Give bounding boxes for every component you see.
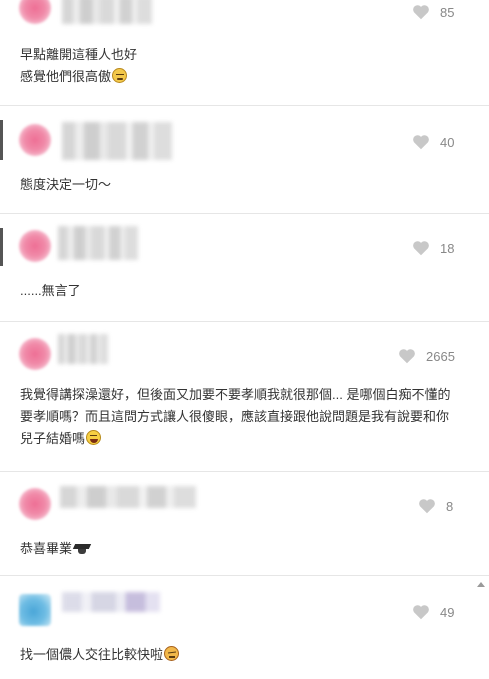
heart-icon: [413, 605, 429, 620]
like-button[interactable]: 18: [412, 240, 462, 256]
comment-text: 態度決定一切～: [20, 177, 112, 192]
like-button[interactable]: 2665: [398, 348, 455, 364]
username-blurred[interactable]: [62, 122, 172, 160]
username-blurred[interactable]: [60, 486, 196, 508]
like-count: 85: [440, 4, 455, 20]
comment-item: 49 找一個儂人交往比較快啦: [0, 576, 489, 679]
username-blurred[interactable]: [62, 592, 160, 612]
sweat-emoji: [112, 68, 128, 83]
like-button[interactable]: 8: [418, 498, 468, 514]
heart-icon: [413, 135, 429, 150]
heart-icon: [399, 349, 415, 364]
scroll-indicator: [0, 120, 3, 160]
avatar[interactable]: [19, 594, 51, 626]
scroll-indicator: [0, 228, 3, 266]
like-button[interactable]: 49: [412, 604, 462, 620]
comment-text: 我覺得講探澡還好，但後面又加要不要孝順我就很那個... 是哪個白痴不懂的 要孝順…: [20, 384, 470, 450]
comment-body: 恭喜畢業: [20, 541, 73, 556]
avatar[interactable]: [19, 230, 51, 262]
heart-icon: [413, 5, 429, 20]
heart-icon: [419, 499, 435, 514]
like-count: 18: [440, 240, 455, 256]
avatar[interactable]: [19, 338, 51, 370]
comment-body: 我覺得講探澡還好，但後面又加要不要孝順我就很那個... 是哪個白痴不懂的 要孝順…: [20, 387, 451, 446]
like-button[interactable]: 40: [412, 134, 462, 150]
like-count: 49: [440, 604, 455, 620]
comment-body: 找一個儂人交往比較快啦: [20, 647, 164, 662]
avatar[interactable]: [19, 124, 51, 156]
username-blurred[interactable]: [62, 0, 152, 24]
username-blurred[interactable]: [58, 226, 138, 260]
avatar[interactable]: [19, 488, 51, 520]
laugh-emoji: [86, 430, 102, 445]
comment-text: 早點離開這種人也好 感覺他們很高傲: [20, 44, 137, 88]
comment-item: 8 恭喜畢業: [0, 472, 489, 576]
username-blurred[interactable]: [58, 334, 108, 364]
like-count: 8: [446, 498, 454, 514]
scroll-up-arrow-icon[interactable]: [477, 582, 485, 587]
like-count: 40: [440, 134, 455, 150]
comment-item: 40 態度決定一切～: [0, 106, 489, 214]
comment-item: 2665 我覺得講探澡還好，但後面又加要不要孝順我就很那個... 是哪個白痴不懂…: [0, 322, 489, 472]
angry-emoji: [164, 646, 180, 661]
like-count: 2665: [426, 348, 455, 364]
comment-text: 恭喜畢業: [20, 538, 90, 560]
like-button[interactable]: 85: [412, 4, 462, 20]
graduation-cap-emoji: [74, 544, 90, 554]
comment-text: 找一個儂人交往比較快啦: [20, 644, 180, 666]
comment-text: ......無言了: [20, 283, 81, 298]
heart-icon: [413, 241, 429, 256]
comment-item: 18 ......無言了: [0, 214, 489, 322]
comment-item: 85 早點離開這種人也好 感覺他們很高傲: [0, 0, 489, 106]
avatar[interactable]: [19, 0, 51, 24]
